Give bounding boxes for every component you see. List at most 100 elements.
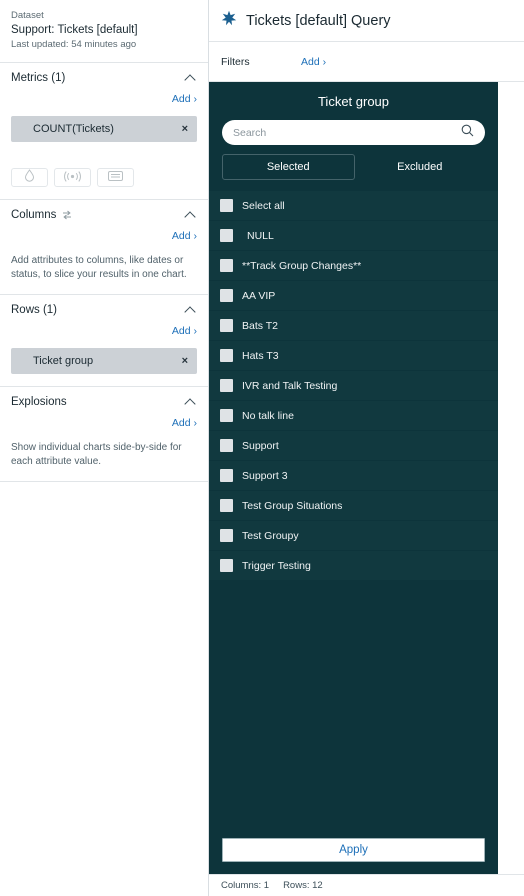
columns-hint: Add attributes to columns, like dates or… xyxy=(11,255,187,280)
tab-selected[interactable]: Selected xyxy=(222,154,355,180)
list-item-label: IVR and Talk Testing xyxy=(242,379,338,392)
status-bar: Columns: 1 Rows: 12 xyxy=(209,874,524,896)
picker-title: Ticket group xyxy=(317,94,390,109)
metrics-title: Metrics (1) xyxy=(11,72,66,84)
picker-mode-tabs: Selected Excluded xyxy=(209,145,498,191)
checkbox-icon[interactable] xyxy=(220,529,233,542)
status-rows-count: Rows: 12 xyxy=(283,880,323,891)
list-item[interactable]: IVR and Talk Testing xyxy=(209,371,498,400)
broadcast-icon xyxy=(64,169,81,187)
list-item-label: AA VIP xyxy=(242,289,276,302)
checkbox-icon[interactable] xyxy=(220,349,233,362)
comment-icon-button[interactable] xyxy=(97,168,134,187)
list-item[interactable]: Test Groupy xyxy=(209,521,498,550)
list-item[interactable]: Support 3 xyxy=(209,461,498,490)
comment-icon xyxy=(108,169,123,187)
checkbox-icon[interactable] xyxy=(220,199,233,212)
app-root: Dataset Support: Tickets [default] Last … xyxy=(0,0,524,896)
metric-chip-remove-icon[interactable]: × xyxy=(182,123,188,135)
list-item[interactable]: Test Group Situations xyxy=(209,491,498,520)
checkbox-icon[interactable] xyxy=(220,229,233,242)
list-item-label: Hats T3 xyxy=(242,349,279,362)
list-item[interactable]: Bats T2 xyxy=(209,311,498,340)
explosions-collapse-chevron-icon[interactable] xyxy=(185,396,197,408)
apply-button[interactable]: Apply xyxy=(222,838,485,862)
row-chip-remove-icon[interactable]: × xyxy=(182,355,188,367)
list-item-label: No talk line xyxy=(242,409,294,422)
tab-excluded[interactable]: Excluded xyxy=(355,154,486,180)
list-item-label: Support 3 xyxy=(242,469,288,482)
explosions-section: Explosions Add › Show individual charts … xyxy=(0,387,208,482)
metrics-section: Metrics (1) Add › COUNT(Tickets) × xyxy=(0,63,208,200)
attribute-value-list: Select all NULL **Track Group Changes** … xyxy=(209,191,498,828)
metric-chip[interactable]: COUNT(Tickets) × xyxy=(11,116,197,142)
filters-label: Filters xyxy=(221,55,250,68)
query-header: Tickets [default] Query xyxy=(209,0,524,42)
query-panel: Tickets [default] Query Filters Add › Ti… xyxy=(209,0,524,896)
list-item[interactable]: NULL xyxy=(209,221,498,250)
columns-section: Columns Add › Add attributes to columns,… xyxy=(0,200,208,295)
checkbox-icon[interactable] xyxy=(220,439,233,452)
query-title: Tickets [default] Query xyxy=(246,12,391,29)
checkbox-icon[interactable] xyxy=(220,319,233,332)
dataset-label: Dataset xyxy=(11,10,44,21)
explosions-header: Explosions xyxy=(11,396,197,408)
columns-title: Columns xyxy=(11,209,57,221)
drop-icon xyxy=(24,168,35,187)
checkbox-icon[interactable] xyxy=(220,409,233,422)
picker-search-box[interactable] xyxy=(222,120,485,145)
metrics-add-link[interactable]: Add › xyxy=(172,93,197,105)
row-chip[interactable]: Ticket group × xyxy=(11,348,197,374)
swap-rows-columns-icon[interactable] xyxy=(61,209,73,221)
sidebar-empty-space xyxy=(0,482,208,896)
query-builder-sidebar: Dataset Support: Tickets [default] Last … xyxy=(0,0,209,896)
dataset-title: Support: Tickets [default] xyxy=(11,24,138,36)
metrics-icon-button-group xyxy=(11,168,197,187)
checkbox-icon[interactable] xyxy=(220,499,233,512)
columns-collapse-chevron-icon[interactable] xyxy=(185,209,197,221)
checkbox-icon[interactable] xyxy=(220,379,233,392)
list-item[interactable]: AA VIP xyxy=(209,281,498,310)
list-item-label: NULL xyxy=(247,229,274,242)
explosions-add-link[interactable]: Add › xyxy=(172,417,197,429)
list-item-select-all[interactable]: Select all xyxy=(209,191,498,220)
broadcast-icon-button[interactable] xyxy=(54,168,91,187)
list-item[interactable]: No talk line xyxy=(209,401,498,430)
list-item[interactable]: Hats T3 xyxy=(209,341,498,370)
drop-icon-button[interactable] xyxy=(11,168,48,187)
search-icon[interactable] xyxy=(461,124,474,142)
checkbox-icon[interactable] xyxy=(220,469,233,482)
dataset-last-updated: Last updated: 54 minutes ago xyxy=(11,39,137,50)
list-item[interactable]: Trigger Testing xyxy=(209,551,498,580)
search-input[interactable] xyxy=(233,126,461,139)
checkbox-icon[interactable] xyxy=(220,289,233,302)
rows-title: Rows (1) xyxy=(11,304,58,316)
columns-add-link[interactable]: Add › xyxy=(172,230,197,242)
attribute-picker-panel: Ticket group Selected Excluded xyxy=(209,82,498,874)
explosions-add-row: Add › xyxy=(11,413,197,431)
rows-header: Rows (1) xyxy=(11,304,197,316)
dataset-header: Dataset Support: Tickets [default] Last … xyxy=(0,0,208,63)
explosions-title: Explosions xyxy=(11,396,67,408)
list-item-label: **Track Group Changes** xyxy=(242,259,362,272)
rows-collapse-chevron-icon[interactable] xyxy=(185,304,197,316)
list-item[interactable]: Support xyxy=(209,431,498,460)
columns-title-wrap: Columns xyxy=(11,209,73,221)
row-chip-label: Ticket group xyxy=(33,355,94,367)
filters-add-link[interactable]: Add › xyxy=(301,56,326,68)
metrics-header: Metrics (1) xyxy=(11,72,197,84)
filters-row: Filters Add › xyxy=(209,42,524,82)
list-item[interactable]: **Track Group Changes** xyxy=(209,251,498,280)
list-empty-space xyxy=(209,581,498,828)
columns-add-row: Add › xyxy=(11,226,197,244)
rows-section: Rows (1) Add › Ticket group × xyxy=(0,295,208,387)
checkbox-icon[interactable] xyxy=(220,259,233,272)
metric-chip-label: COUNT(Tickets) xyxy=(33,123,114,135)
status-columns-count: Columns: 1 xyxy=(221,880,270,891)
rows-add-link[interactable]: Add › xyxy=(172,325,197,337)
metrics-collapse-chevron-icon[interactable] xyxy=(185,72,197,84)
apply-button-wrap: Apply xyxy=(209,828,498,874)
list-item-label: Test Groupy xyxy=(242,529,299,542)
rows-add-row: Add › xyxy=(11,321,197,339)
checkbox-icon[interactable] xyxy=(220,559,233,572)
